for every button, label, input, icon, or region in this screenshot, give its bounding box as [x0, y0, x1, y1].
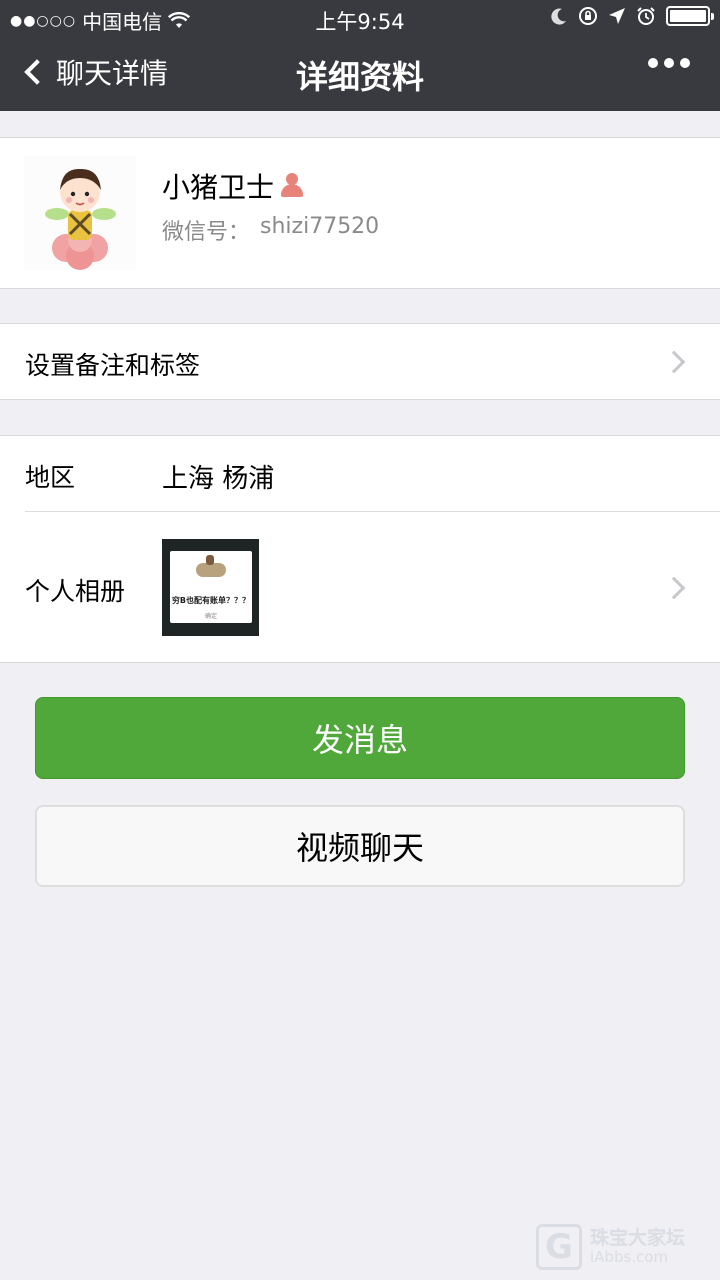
- album-thumbnail[interactable]: 穷B也配有账单？？？ 确定: [162, 539, 259, 636]
- rotation-lock-icon: [579, 7, 597, 25]
- wechat-id-label: 微信号：: [162, 220, 251, 245]
- horse-rider-icon: [196, 555, 226, 577]
- profile-name: 小猪卫士: [162, 171, 275, 204]
- region-label: 地区: [25, 463, 76, 492]
- top-bar: ●●○○○ 中国电信 上午9:54 聊天详情 详细资料: [0, 0, 720, 111]
- album-thumb-button: 确定: [204, 613, 217, 620]
- female-icon: [280, 173, 304, 199]
- video-chat-button[interactable]: 视频聊天: [35, 805, 685, 887]
- divider: [25, 511, 720, 512]
- album-thumb-text: 穷B也配有账单？？？: [171, 596, 251, 605]
- watermark: G 珠宝大家坛 iAbbs.com: [536, 1224, 685, 1270]
- page-title: 详细资料: [295, 58, 424, 96]
- set-remark-tags-label: 设置备注和标签: [25, 351, 201, 380]
- more-dots-icon[interactable]: [648, 58, 690, 68]
- wechat-id-value: shizi77520: [260, 214, 380, 239]
- chevron-right-icon: [662, 576, 686, 600]
- alarm-icon: [637, 7, 655, 25]
- watermark-title: 珠宝大家坛: [590, 1226, 686, 1249]
- set-remark-tags-row[interactable]: 设置备注和标签: [0, 323, 720, 400]
- profile-name-row: 小猪卫士: [162, 166, 304, 206]
- wechat-id-row: 微信号： shizi77520: [162, 214, 379, 246]
- avatar[interactable]: [24, 156, 136, 270]
- send-message-button[interactable]: 发消息: [35, 697, 685, 779]
- status-right: [550, 6, 714, 26]
- album-thumb-card: 穷B也配有账单？？？ 确定: [170, 551, 252, 623]
- moon-icon: [551, 8, 566, 25]
- status-bar: ●●○○○ 中国电信 上午9:54: [0, 0, 720, 36]
- navigation-bar: 聊天详情 详细资料: [0, 36, 720, 111]
- avatar-cartoon-icon: [45, 168, 116, 270]
- watermark-logo-icon: G: [536, 1224, 582, 1270]
- profile-card: 小猪卫士 微信号： shizi77520: [0, 137, 720, 289]
- chevron-right-icon: [662, 350, 686, 374]
- location-arrow-icon: [609, 8, 625, 24]
- battery-icon: [666, 6, 714, 26]
- watermark-subtitle: iAbbs.com: [590, 1248, 669, 1267]
- info-section: 地区 上海 杨浦 个人相册 穷B也配有账单？？？ 确定: [0, 435, 720, 663]
- album-label: 个人相册: [25, 577, 126, 606]
- region-value: 上海 杨浦: [162, 464, 275, 494]
